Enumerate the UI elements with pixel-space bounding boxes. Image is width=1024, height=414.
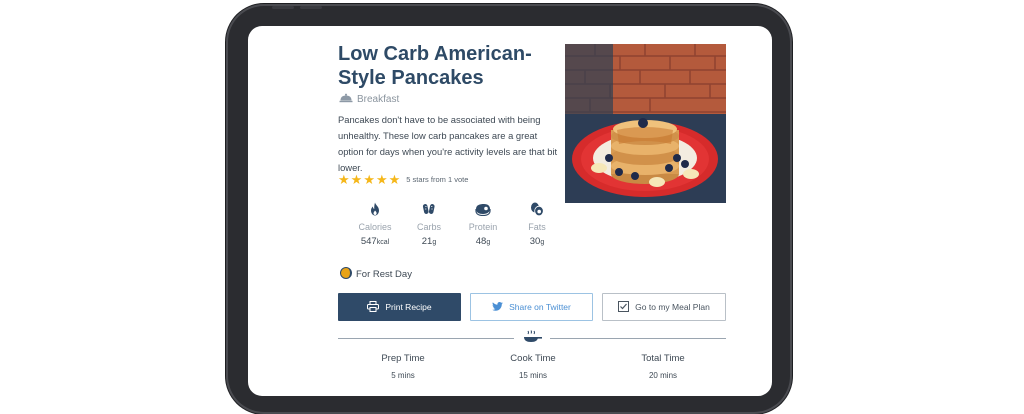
nutrient-value: 30g — [529, 236, 545, 247]
twitter-bird-icon — [492, 301, 504, 313]
star-icon[interactable]: ★ — [376, 173, 388, 186]
share-twitter-label: Share on Twitter — [509, 302, 571, 312]
prep-time: Prep Time 5 mins — [338, 353, 468, 380]
star-icon[interactable]: ★ — [389, 173, 401, 186]
recipe-title: Low Carb American-Style Pancakes — [338, 43, 532, 89]
recipe-category[interactable]: Breakfast — [339, 93, 399, 106]
meal-plan-label: Go to my Meal Plan — [635, 302, 710, 312]
nutrition-carbs: Carbs 21g — [402, 200, 456, 247]
nutrient-name: Fats — [528, 222, 546, 232]
flame-icon — [348, 200, 402, 218]
time-label: Total Time — [641, 353, 685, 364]
nutrient-name: Carbs — [416, 222, 441, 232]
time-value: 5 mins — [391, 371, 415, 380]
star-icon[interactable]: ★ — [363, 173, 375, 186]
time-value: 20 mins — [648, 371, 678, 380]
fats-icon — [510, 200, 564, 218]
frying-pan-icon — [522, 330, 542, 349]
nutrient-value: 48g — [475, 236, 491, 247]
recipe-photo — [565, 44, 726, 203]
print-recipe-label: Print Recipe — [385, 302, 432, 312]
star-rating[interactable]: ★ ★ ★ ★ ★ 5 stars from 1 vote — [338, 173, 468, 186]
divider-line-left — [338, 338, 514, 339]
nutrition-facts: Calories 547kcal Carbs 21g Protein 48g F… — [348, 200, 564, 247]
nutrient-value: 21g — [421, 236, 437, 247]
printer-icon — [367, 300, 380, 314]
rest-day-icon — [340, 267, 352, 282]
nutrition-fats: Fats 30g — [510, 200, 564, 247]
nutrient-name: Protein — [468, 222, 498, 232]
time-label: Cook Time — [510, 353, 556, 364]
tablet-volume-button — [272, 6, 294, 9]
category-label: Breakfast — [357, 94, 400, 105]
cloche-icon — [339, 93, 353, 106]
carbs-icon — [402, 200, 456, 218]
share-twitter-button[interactable]: Share on Twitter — [470, 293, 593, 321]
nutrient-value: 547kcal — [360, 236, 390, 247]
stars: ★ ★ ★ ★ ★ — [338, 173, 400, 186]
total-time: Total Time 20 mins — [598, 353, 728, 380]
recipe-card: Low Carb American-Style Pancakes Breakfa… — [338, 26, 728, 396]
nutrient-name: Calories — [358, 222, 392, 232]
divider-line-right — [550, 338, 726, 339]
nutrition-protein: Protein 48g — [456, 200, 510, 247]
cook-time: Cook Time 15 mins — [468, 353, 598, 380]
day-type-label: For Rest Day — [356, 269, 412, 280]
print-recipe-button[interactable]: Print Recipe — [338, 293, 461, 321]
nutrition-calories: Calories 547kcal — [348, 200, 402, 247]
tablet-screen: Low Carb American-Style Pancakes Breakfa… — [248, 26, 772, 396]
rating-text: 5 stars from 1 vote — [406, 175, 469, 184]
recipe-times: Prep Time 5 mins Cook Time 15 mins Total… — [338, 353, 728, 380]
recipe-description: Pancakes don't have to be associated wit… — [338, 114, 558, 173]
meal-plan-button[interactable]: Go to my Meal Plan — [602, 293, 726, 321]
time-label: Prep Time — [381, 353, 425, 364]
time-value: 15 mins — [518, 371, 548, 380]
tablet-volume-button — [300, 6, 322, 9]
day-type: For Rest Day — [340, 267, 412, 282]
checkbox-icon — [618, 300, 630, 314]
star-icon[interactable]: ★ — [338, 173, 350, 186]
star-icon[interactable]: ★ — [351, 173, 363, 186]
protein-icon — [456, 200, 510, 218]
